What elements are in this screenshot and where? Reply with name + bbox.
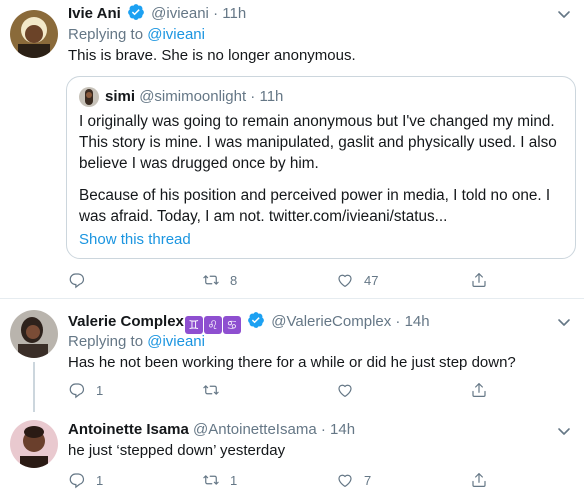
more-options-icon[interactable] [554, 421, 574, 441]
tweet-ivie-ani[interactable]: Ivie Ani @ivieani · 11h Replying to @ivi… [0, 0, 584, 298]
share-button[interactable] [470, 469, 488, 491]
share-icon [472, 273, 486, 287]
show-thread-link[interactable]: Show this thread [79, 230, 191, 250]
quoted-text-line: was afraid. Today, I am not. twitter.com… [79, 208, 448, 225]
separator-dot: · [213, 5, 219, 22]
reply-button[interactable]: 1 [68, 379, 103, 401]
share-button[interactable] [470, 269, 488, 291]
more-options-icon[interactable] [554, 312, 574, 332]
like-count: 47 [364, 272, 379, 288]
heart-icon [338, 274, 352, 287]
timestamp[interactable]: 11h [222, 5, 246, 22]
quoted-tweet[interactable]: simi @simimoonlight · 11h I originally w… [66, 76, 576, 259]
like-button[interactable]: 7 [336, 469, 371, 491]
cancer-icon: ♋ [222, 316, 241, 334]
retweet-count: 1 [230, 472, 238, 488]
tweet-actions: 1 [68, 379, 488, 401]
separator-dot: · [395, 313, 401, 330]
quoted-display-name[interactable]: simi [105, 88, 135, 105]
tweet-actions: 1 1 7 [68, 469, 488, 491]
tweet-actions: 8 47 [68, 269, 488, 291]
separator-dot: · [250, 88, 256, 105]
user-handle[interactable]: @ValerieComplex [271, 313, 391, 330]
replying-to-link[interactable]: @ivieani [147, 333, 205, 350]
share-icon [472, 383, 486, 397]
retweet-icon [203, 385, 219, 395]
reply-count: 1 [96, 382, 104, 398]
retweet-icon [203, 275, 219, 285]
leo-icon: ♌ [203, 316, 222, 334]
tweet-text: he just ‘stepped down’ yesterday [68, 442, 286, 459]
like-count: 7 [364, 472, 372, 488]
reply-button[interactable] [68, 269, 96, 291]
share-icon [472, 473, 486, 487]
display-name[interactable]: Antoinette Isama [68, 421, 189, 438]
retweet-count: 8 [230, 272, 238, 288]
quoted-text-line: I originally was going to remain anonymo… [79, 113, 555, 130]
reply-button[interactable]: 1 [68, 469, 103, 491]
quoted-user-handle[interactable]: @simimoonlight [139, 88, 246, 105]
replying-to-link[interactable]: @ivieani [147, 26, 205, 43]
timestamp[interactable]: 14h [330, 421, 355, 438]
tweet-text: This is brave. She is no longer anonymou… [68, 47, 356, 64]
avatar[interactable] [10, 10, 58, 58]
tweet-antoinette-isama[interactable]: Antoinette Isama @AntoinetteIsama · 14h … [0, 412, 584, 498]
like-button[interactable]: 47 [336, 269, 378, 291]
replying-to: Replying to @ivieani [68, 332, 205, 352]
quoted-avatar[interactable] [79, 87, 99, 107]
retweet-button[interactable]: 1 [202, 469, 237, 491]
heart-icon [338, 384, 352, 397]
display-name[interactable]: Ivie Ani [68, 5, 121, 22]
retweet-button[interactable] [202, 379, 230, 401]
tweet-valerie-complex[interactable]: Valerie Complex ♊ ♌ ♋ @ValerieComplex · 14h… [0, 298, 584, 412]
avatar[interactable] [10, 420, 58, 468]
verified-badge-icon [247, 311, 265, 329]
like-button[interactable] [336, 379, 364, 401]
share-button[interactable] [470, 379, 488, 401]
more-options-icon[interactable] [554, 4, 574, 24]
thread-line [33, 362, 35, 412]
reply-icon [69, 473, 85, 489]
retweet-icon [203, 475, 219, 485]
separator-dot: · [320, 421, 326, 438]
timestamp[interactable]: 14h [405, 313, 430, 330]
quoted-timestamp[interactable]: 11h [259, 88, 283, 105]
user-handle[interactable]: @ivieani [151, 5, 209, 22]
user-handle[interactable]: @AntoinetteIsama [193, 421, 317, 438]
quoted-text-line: believe I was drugged once by him. [79, 155, 319, 172]
reply-icon [69, 383, 85, 399]
quoted-text-line: This story is mine. I was manipulated, g… [79, 134, 557, 151]
quoted-text-line: Because of his position and perceived po… [79, 187, 551, 204]
reply-icon [69, 273, 85, 289]
avatar[interactable] [10, 310, 58, 358]
heart-icon [338, 474, 352, 487]
reply-count: 1 [96, 472, 104, 488]
replying-to-label: Replying to [68, 333, 148, 350]
replying-to-label: Replying to [68, 26, 148, 43]
display-name[interactable]: Valerie Complex [68, 313, 184, 330]
verified-badge-icon [127, 3, 145, 21]
retweet-button[interactable]: 8 [202, 269, 237, 291]
replying-to: Replying to @ivieani [68, 25, 205, 45]
tweet-text: Has he not been working there for a whil… [68, 354, 516, 371]
